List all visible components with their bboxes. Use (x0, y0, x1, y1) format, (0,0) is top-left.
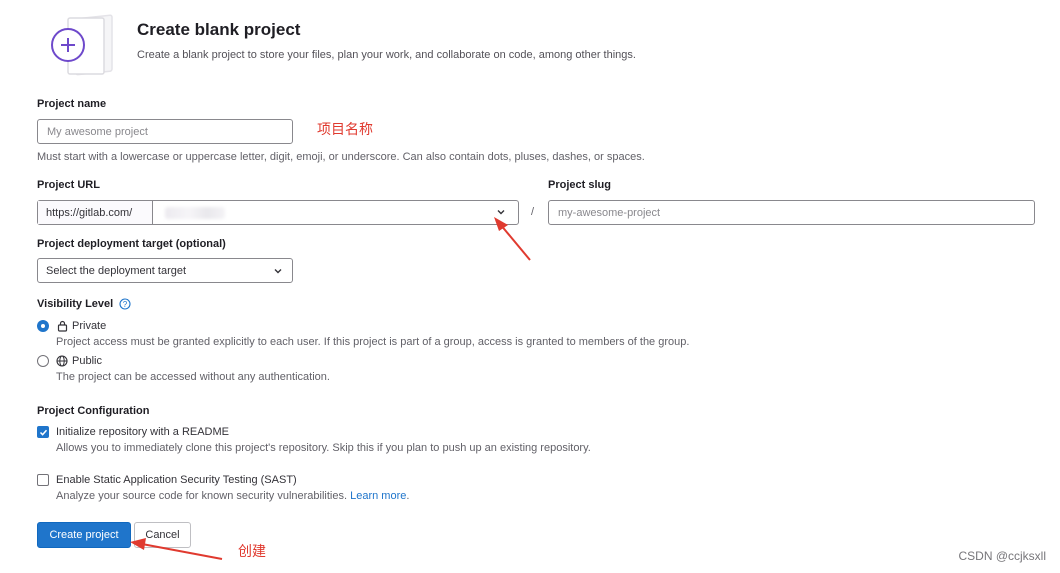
namespace-value-blurred (165, 206, 225, 219)
annotation-arrow-icon (494, 217, 531, 261)
project-name-label: Project name (37, 98, 107, 110)
project-name-help: Must start with a lowercase or uppercase… (37, 151, 645, 163)
chevron-down-icon (274, 269, 282, 274)
deployment-target-value: Select the deployment target (46, 264, 187, 277)
sast-help-text: Analyze your source code for known secur… (56, 490, 348, 502)
readme-help: Allows you to immediately clone this pro… (56, 442, 591, 454)
page-description: Create a blank project to store your fil… (137, 49, 636, 61)
annotation-create: 创建 (238, 544, 266, 560)
visibility-label: Visibility Level (37, 298, 114, 310)
readme-label: Initialize repository with a README (56, 426, 230, 438)
check-icon (39, 429, 47, 436)
sast-help: Analyze your source code for known secur… (56, 490, 409, 502)
visibility-public-label: Public (72, 355, 102, 367)
globe-icon (56, 355, 68, 367)
namespace-dropdown[interactable] (153, 201, 518, 224)
blank-project-illustration (51, 14, 113, 76)
project-slug-label: Project slug (548, 179, 611, 191)
deployment-target-select[interactable]: Select the deployment target (37, 258, 293, 283)
readme-checkbox[interactable] (37, 426, 49, 438)
visibility-private-help: Project access must be granted explicitl… (56, 336, 690, 348)
project-url-label: Project URL (37, 179, 100, 191)
annotation-arrow-icon (130, 538, 223, 560)
sast-checkbox[interactable] (37, 474, 49, 486)
project-url-group: https://gitlab.com/ (37, 200, 519, 225)
help-icon[interactable]: ? (119, 298, 131, 310)
learn-more-link[interactable]: Learn more (350, 490, 406, 502)
watermark: CSDN @ccjksxll (958, 549, 1046, 563)
visibility-private-radio[interactable] (37, 320, 49, 332)
visibility-public-radio[interactable] (37, 355, 49, 367)
project-url-prefix: https://gitlab.com/ (38, 201, 153, 224)
project-name-input[interactable]: My awesome project (37, 119, 293, 144)
visibility-private-label: Private (72, 320, 107, 332)
lock-icon (57, 320, 68, 332)
project-config-label: Project Configuration (37, 405, 150, 417)
project-slug-input[interactable]: my-awesome-project (548, 200, 1035, 225)
sast-help-period: . (406, 490, 410, 502)
visibility-public-help: The project can be accessed without any … (56, 371, 330, 383)
svg-text:?: ? (123, 300, 128, 309)
sast-label: Enable Static Application Security Testi… (56, 474, 297, 486)
page-title: Create blank project (137, 20, 301, 39)
deployment-target-label: Project deployment target (optional) (37, 238, 226, 250)
annotation-project-name: 项目名称 (317, 122, 373, 138)
create-project-button[interactable]: Create project (37, 522, 131, 548)
